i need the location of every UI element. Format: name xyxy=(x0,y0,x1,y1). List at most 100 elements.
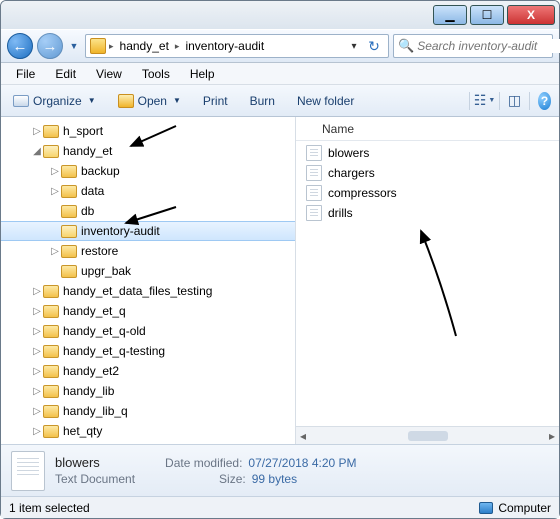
tree-item[interactable]: ▷data xyxy=(1,181,295,201)
expand-icon[interactable]: ▷ xyxy=(31,306,43,317)
tree-item-label: db xyxy=(81,204,94,218)
tree-item[interactable]: ▷ handy_et_q xyxy=(1,301,295,321)
folder-icon xyxy=(61,265,77,278)
menu-edit[interactable]: Edit xyxy=(46,65,85,83)
menu-help[interactable]: Help xyxy=(181,65,224,83)
tree-item[interactable]: inventory-audit xyxy=(1,221,295,241)
path-dropdown[interactable]: ▾ xyxy=(346,36,362,56)
folder-icon xyxy=(61,185,77,198)
expand-icon[interactable]: ▷ xyxy=(31,386,43,397)
chevron-right-icon: ▸ xyxy=(175,41,180,52)
help-button[interactable]: ? xyxy=(529,92,551,110)
tree-item-label: handy_et2 xyxy=(63,364,119,378)
details-modified-value: 07/27/2018 4:20 PM xyxy=(248,456,356,470)
text-file-icon xyxy=(306,145,322,161)
print-button[interactable]: Print xyxy=(199,91,232,111)
new-folder-button[interactable]: New folder xyxy=(293,91,358,111)
file-item[interactable]: blowers xyxy=(296,143,559,163)
expand-icon[interactable]: ◢ xyxy=(31,146,43,157)
refresh-icon[interactable]: ↻ xyxy=(366,38,382,54)
tree-item-label: handy_et xyxy=(63,144,112,158)
close-button[interactable]: X xyxy=(507,5,555,25)
tree-item[interactable]: ▷ restore xyxy=(1,241,295,261)
expand-icon[interactable]: ▷ xyxy=(49,246,61,257)
maximize-button[interactable]: ☐ xyxy=(470,5,504,25)
column-header-name[interactable]: Name xyxy=(296,117,559,141)
file-name: chargers xyxy=(328,166,375,180)
tree-item[interactable]: ▷ h_sport xyxy=(1,121,295,141)
file-list[interactable]: blowers chargers compressors drills xyxy=(296,141,559,426)
burn-button[interactable]: Burn xyxy=(246,91,279,111)
tree-item[interactable]: ▷ handy_et2 xyxy=(1,361,295,381)
expand-icon[interactable]: ▷ xyxy=(31,126,43,137)
tree-item[interactable]: ▷ handy_et_q-old xyxy=(1,321,295,341)
tree-item[interactable]: ▷handy_lib_q xyxy=(1,401,295,421)
tree-item[interactable]: ◢ handy_et xyxy=(1,141,295,161)
breadcrumb-part[interactable]: handy_et xyxy=(117,39,172,53)
tree-item-label: upgr_bak xyxy=(81,264,131,278)
status-bar: 1 item selected Computer xyxy=(1,496,559,518)
details-size-label: Size: xyxy=(219,472,246,486)
organize-button[interactable]: Organize▼ xyxy=(9,91,100,111)
navbar: ← → ▼ ▸ handy_et ▸ inventory-audit ▾ ↻ 🔍 xyxy=(1,29,559,63)
preview-pane-button[interactable]: ◫ xyxy=(499,92,521,110)
expand-icon[interactable]: ▷ xyxy=(49,186,61,197)
file-pane: Name blowers chargers compressors drills ◂▸ xyxy=(296,117,559,444)
chevron-right-icon: ▸ xyxy=(109,41,114,52)
toolbar: Organize▼ Open▼ Print Burn New folder ☷▼… xyxy=(1,85,559,117)
file-item[interactable]: compressors xyxy=(296,183,559,203)
tree-item-label: backup xyxy=(81,164,120,178)
file-large-icon xyxy=(11,451,45,491)
tree-item[interactable]: ▷ backup xyxy=(1,161,295,181)
expand-icon[interactable]: ▷ xyxy=(31,346,43,357)
view-mode-button[interactable]: ☷▼ xyxy=(469,92,491,110)
view-options: ☷▼ ◫ ? xyxy=(469,92,551,110)
tree-item-label: handy_et_q-old xyxy=(63,324,146,338)
file-item[interactable]: drills xyxy=(296,203,559,223)
menu-view[interactable]: View xyxy=(87,65,131,83)
tree-item[interactable]: ▷het_qty xyxy=(1,421,295,441)
tree-item-label: h_sport xyxy=(63,124,103,138)
expand-icon[interactable]: ▷ xyxy=(31,326,43,337)
file-name: drills xyxy=(328,206,353,220)
folder-icon xyxy=(90,38,106,54)
file-item[interactable]: chargers xyxy=(296,163,559,183)
minimize-button[interactable]: ▁ xyxy=(433,5,467,25)
expand-icon[interactable]: ▷ xyxy=(31,426,43,437)
menu-file[interactable]: File xyxy=(7,65,44,83)
back-button[interactable]: ← xyxy=(7,33,33,59)
text-file-icon xyxy=(306,185,322,201)
expand-icon[interactable]: ▷ xyxy=(31,286,43,297)
explorer-window: ▁ ☐ X ← → ▼ ▸ handy_et ▸ inventory-audit… xyxy=(0,0,560,519)
expand-icon[interactable]: ▷ xyxy=(49,166,61,177)
tree-item-label: restore xyxy=(81,244,118,258)
tree-item[interactable]: ▷handy_lib xyxy=(1,381,295,401)
search-box[interactable]: 🔍 xyxy=(393,34,553,58)
tree-item[interactable]: ▷handy_et_data_files_testing xyxy=(1,281,295,301)
status-selection: 1 item selected xyxy=(9,501,90,515)
history-dropdown[interactable]: ▼ xyxy=(67,35,81,57)
menu-tools[interactable]: Tools xyxy=(133,65,179,83)
folder-icon xyxy=(43,285,59,298)
search-icon: 🔍 xyxy=(398,38,414,54)
expand-icon[interactable]: ▷ xyxy=(31,366,43,377)
forward-button[interactable]: → xyxy=(37,33,63,59)
folder-icon xyxy=(43,325,59,338)
breadcrumb-part[interactable]: inventory-audit xyxy=(182,39,267,53)
tree-item[interactable]: ▷handy_et_q-testing xyxy=(1,341,295,361)
open-button[interactable]: Open▼ xyxy=(114,91,185,111)
search-input[interactable] xyxy=(417,39,560,53)
organize-icon xyxy=(13,95,29,107)
horizontal-scrollbar[interactable]: ◂▸ xyxy=(296,426,559,444)
folder-icon xyxy=(61,225,77,238)
folder-tree[interactable]: ▷h_sport◢handy_et▷backup▷datadbinventory… xyxy=(1,117,296,444)
breadcrumb[interactable]: ▸ handy_et ▸ inventory-audit ▾ ↻ xyxy=(85,34,389,58)
folder-icon xyxy=(43,305,59,318)
tree-item[interactable]: db xyxy=(1,201,295,221)
details-filetype: Text Document xyxy=(55,472,135,486)
computer-icon xyxy=(479,502,493,514)
tree-item[interactable]: upgr_bak xyxy=(1,261,295,281)
tree-item-label: handy_et_q xyxy=(63,304,126,318)
file-name: blowers xyxy=(328,146,369,160)
expand-icon[interactable]: ▷ xyxy=(31,406,43,417)
